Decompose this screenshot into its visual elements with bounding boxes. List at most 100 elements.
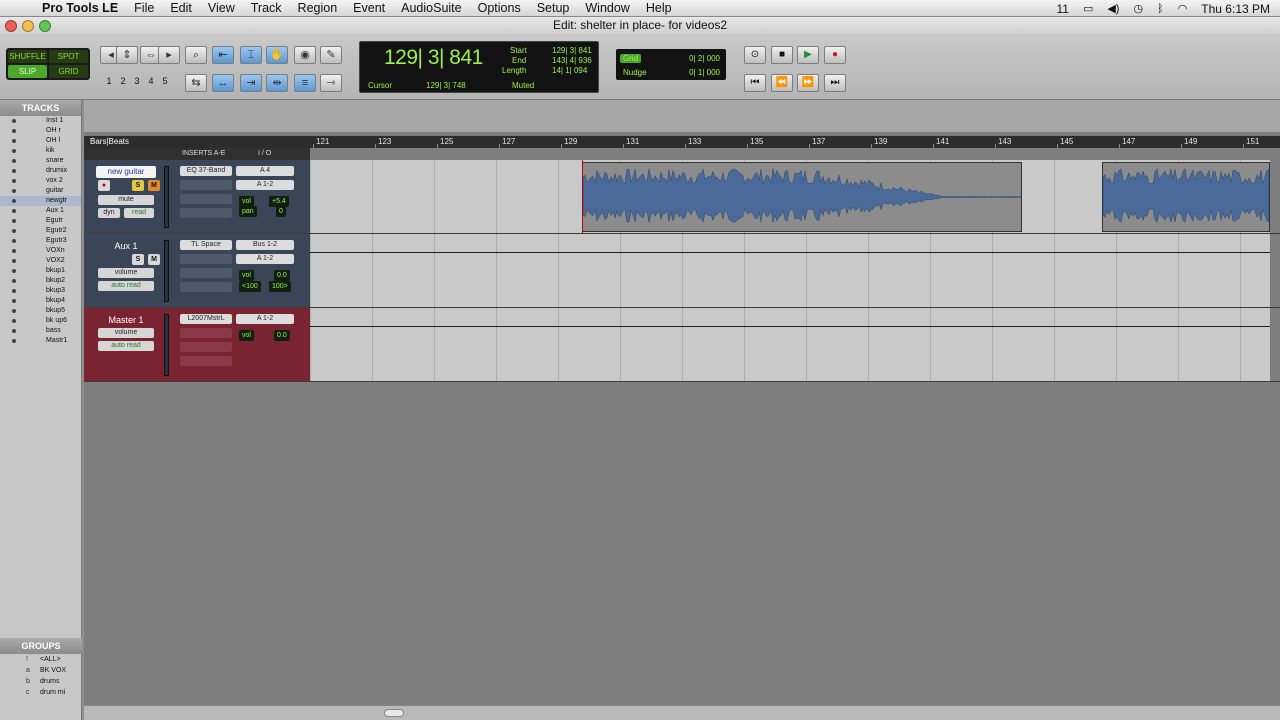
track-list-item[interactable]: Inst 1 (0, 116, 81, 126)
zoom-preset-2[interactable]: 2 (117, 76, 129, 86)
zoom-preset-1[interactable]: 1 (103, 76, 115, 86)
track-name[interactable]: Aux 1 (96, 240, 156, 252)
insertion-follows-icon[interactable]: ⇹ (266, 74, 288, 92)
track-list-item[interactable]: Aux 1 (0, 206, 81, 216)
bars-beats-ruler[interactable]: Bars|Beats 121 123 125 127 129 131 133 135 137 13… (84, 136, 1280, 148)
menu-track[interactable]: Track (243, 0, 290, 17)
solo-button[interactable]: S (132, 180, 144, 191)
minimize-window-button[interactable] (22, 20, 34, 32)
start-value[interactable]: 129| 3| 841 (552, 46, 592, 55)
track-show-hide-icon[interactable] (12, 259, 16, 263)
nudge-value[interactable]: 0| 1| 000 (689, 68, 720, 77)
record-icon[interactable]: ● (824, 46, 846, 64)
menu-options[interactable]: Options (470, 0, 529, 17)
track-list-item[interactable]: newgtr (0, 196, 81, 206)
menu-region[interactable]: Region (290, 0, 346, 17)
insert-slot-c[interactable] (180, 268, 232, 278)
zoom-preset-5[interactable]: 5 (159, 76, 171, 86)
volume-value[interactable]: 0.0 (274, 270, 290, 281)
track-name[interactable]: new guitar (96, 166, 156, 178)
insert-slot-d[interactable] (180, 282, 232, 292)
output-selector[interactable]: A 4 (236, 166, 294, 176)
slip-mode-button[interactable]: SLIP (8, 65, 47, 78)
end-value[interactable]: 143| 4| 936 (552, 56, 592, 65)
menu-file[interactable]: File (126, 0, 162, 17)
grid-label[interactable]: Grid (620, 54, 642, 63)
view-selector[interactable]: volume (98, 328, 154, 338)
automation-mode[interactable]: auto read (98, 281, 154, 291)
insert-slot-d[interactable] (180, 208, 232, 218)
menu-window[interactable]: Window (577, 0, 637, 17)
track-list-item[interactable]: Egutr3 (0, 236, 81, 246)
track-show-hide-icon[interactable] (12, 219, 16, 223)
zoom-preset-4[interactable]: 4 (145, 76, 157, 86)
track-show-hide-icon[interactable] (12, 179, 16, 183)
stop-icon[interactable]: ■ (771, 46, 793, 64)
volume-value[interactable]: 0.0 (274, 330, 290, 341)
mute-button[interactable]: M (148, 254, 160, 265)
track-name[interactable]: Master 1 (96, 314, 156, 326)
track-show-hide-icon[interactable] (12, 139, 16, 143)
track-show-hide-icon[interactable] (12, 119, 16, 123)
track-playlist-lane[interactable] (310, 308, 1270, 381)
bluetooth-icon[interactable]: ᛒ (1157, 3, 1164, 15)
insert-slot-b[interactable] (180, 254, 232, 264)
track-show-hide-icon[interactable] (12, 189, 16, 193)
insert-slot-c[interactable] (180, 342, 232, 352)
track-list-item[interactable]: VOXn (0, 246, 81, 256)
length-value[interactable]: 14| 1| 094 (552, 66, 587, 75)
grid-value[interactable]: 0| 2| 000 (689, 54, 720, 63)
insert-slot-b[interactable] (180, 180, 232, 190)
menu-help[interactable]: Help (638, 0, 680, 17)
grid-mode-button[interactable]: GRID (49, 65, 88, 78)
insert-slot-c[interactable] (180, 194, 232, 204)
track-list-item[interactable]: snare (0, 156, 81, 166)
track-list-item[interactable]: drumix (0, 166, 81, 176)
track-show-hide-icon[interactable] (12, 329, 16, 333)
track-list-item[interactable]: kik (0, 146, 81, 156)
input-selector[interactable]: A 1-2 (236, 254, 294, 264)
pencil-tool-icon[interactable]: ✎ (320, 46, 342, 64)
record-arm-button[interactable]: ● (98, 180, 110, 191)
solo-button[interactable]: S (132, 254, 144, 265)
insert-slot-a[interactable]: L2007MstrL (180, 314, 232, 324)
menu-audiosuite[interactable]: AudioSuite (393, 0, 469, 17)
selector-tool-icon[interactable]: ⌶ (240, 46, 262, 64)
pan-right-value[interactable]: 100> (269, 281, 291, 292)
rewind-icon[interactable]: ⏪ (771, 74, 793, 92)
track-list-item[interactable]: OH l (0, 136, 81, 146)
track-list-item[interactable]: bkup1 (0, 266, 81, 276)
track-show-hide-icon[interactable] (12, 229, 16, 233)
menu-setup[interactable]: Setup (529, 0, 578, 17)
track-show-hide-icon[interactable] (12, 199, 16, 203)
track-show-hide-icon[interactable] (12, 239, 16, 243)
output-selector[interactable]: Bus 1-2 (236, 240, 294, 250)
track-show-hide-icon[interactable] (12, 249, 16, 253)
zoom-in-icon[interactable]: ▸ (158, 46, 180, 64)
insert-slot-b[interactable] (180, 328, 232, 338)
close-window-button[interactable] (5, 20, 17, 32)
link-timeline-icon[interactable]: ↔ (212, 74, 234, 92)
view-selector[interactable]: mute (98, 195, 154, 205)
track-list-item[interactable]: guitar (0, 186, 81, 196)
menu-clock[interactable]: Thu 6:13 PM (1201, 2, 1270, 16)
group-list-item[interactable]: c drum mi (0, 687, 82, 698)
track-list-item[interactable]: bkup5 (0, 306, 81, 316)
input-selector[interactable]: A 1-2 (236, 180, 294, 190)
track-show-hide-icon[interactable] (12, 299, 16, 303)
zoomer-tool-icon[interactable]: ⌕ (185, 46, 207, 64)
menu-edit[interactable]: Edit (162, 0, 200, 17)
group-list-item[interactable]: a BK VOX (0, 665, 82, 676)
track-show-hide-icon[interactable] (12, 159, 16, 163)
track-playlist-lane[interactable] (310, 160, 1270, 234)
wifi-icon[interactable]: ◠ (1178, 2, 1188, 15)
track-show-hide-icon[interactable] (12, 209, 16, 213)
menu-view[interactable]: View (200, 0, 243, 17)
return-to-zero-icon[interactable]: ⏮ (744, 74, 766, 92)
track-show-hide-icon[interactable] (12, 149, 16, 153)
insert-slot-a[interactable]: TL Space (180, 240, 232, 250)
track-show-hide-icon[interactable] (12, 169, 16, 173)
vertical-zoom-icon[interactable]: ⇕ (116, 46, 138, 64)
view-selector[interactable]: volume (98, 268, 154, 278)
track-list-item[interactable]: bass (0, 326, 81, 336)
